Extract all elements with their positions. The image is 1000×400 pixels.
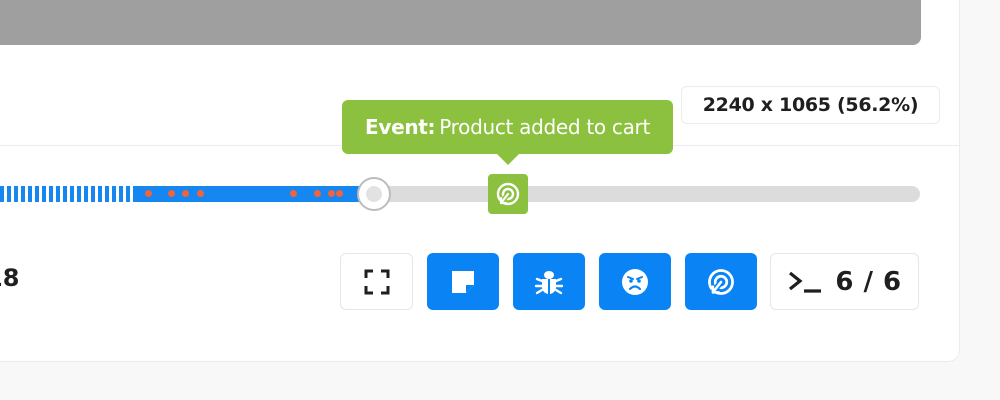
timeline-event-dot[interactable] xyxy=(168,190,175,197)
timeline-event-dot[interactable] xyxy=(290,190,297,197)
timeline-event-dot[interactable] xyxy=(314,190,321,197)
bug-icon xyxy=(534,270,564,294)
timeline-event-dot[interactable] xyxy=(182,190,189,197)
event-tooltip: Event: Product added to cart xyxy=(342,100,673,154)
resolution-badge: 2240 x 1065 (56.2%) xyxy=(681,86,940,124)
click-target-icon xyxy=(708,268,734,295)
timeline-event-dot[interactable] xyxy=(145,190,152,197)
timeline-event-dot[interactable] xyxy=(197,190,204,197)
timeline-event-dot[interactable] xyxy=(336,190,343,197)
event-marker[interactable] xyxy=(488,174,528,214)
bug-report-button[interactable] xyxy=(513,253,585,310)
angry-face-icon xyxy=(622,268,648,295)
frustration-button[interactable] xyxy=(599,253,671,310)
notes-button[interactable] xyxy=(427,253,499,310)
current-time: 18 xyxy=(0,264,20,292)
clicks-button[interactable] xyxy=(685,253,757,310)
terminal-icon xyxy=(789,271,822,293)
tooltip-label: Event: xyxy=(364,115,436,139)
timeline-event-dot[interactable] xyxy=(328,190,335,197)
click-target-icon xyxy=(496,182,520,206)
fullscreen-icon xyxy=(364,269,389,294)
timeline-scrubber-handle[interactable] xyxy=(357,177,391,211)
video-area[interactable] xyxy=(0,0,921,45)
tooltip-text: Product added to cart xyxy=(439,115,651,139)
timeline-buffered-segment xyxy=(0,186,136,202)
tooltip-arrow xyxy=(496,153,520,165)
fullscreen-button[interactable] xyxy=(340,253,413,310)
console-button[interactable]: 6 / 6 xyxy=(770,253,919,310)
note-icon xyxy=(452,270,474,293)
console-count: 6 / 6 xyxy=(835,266,902,297)
